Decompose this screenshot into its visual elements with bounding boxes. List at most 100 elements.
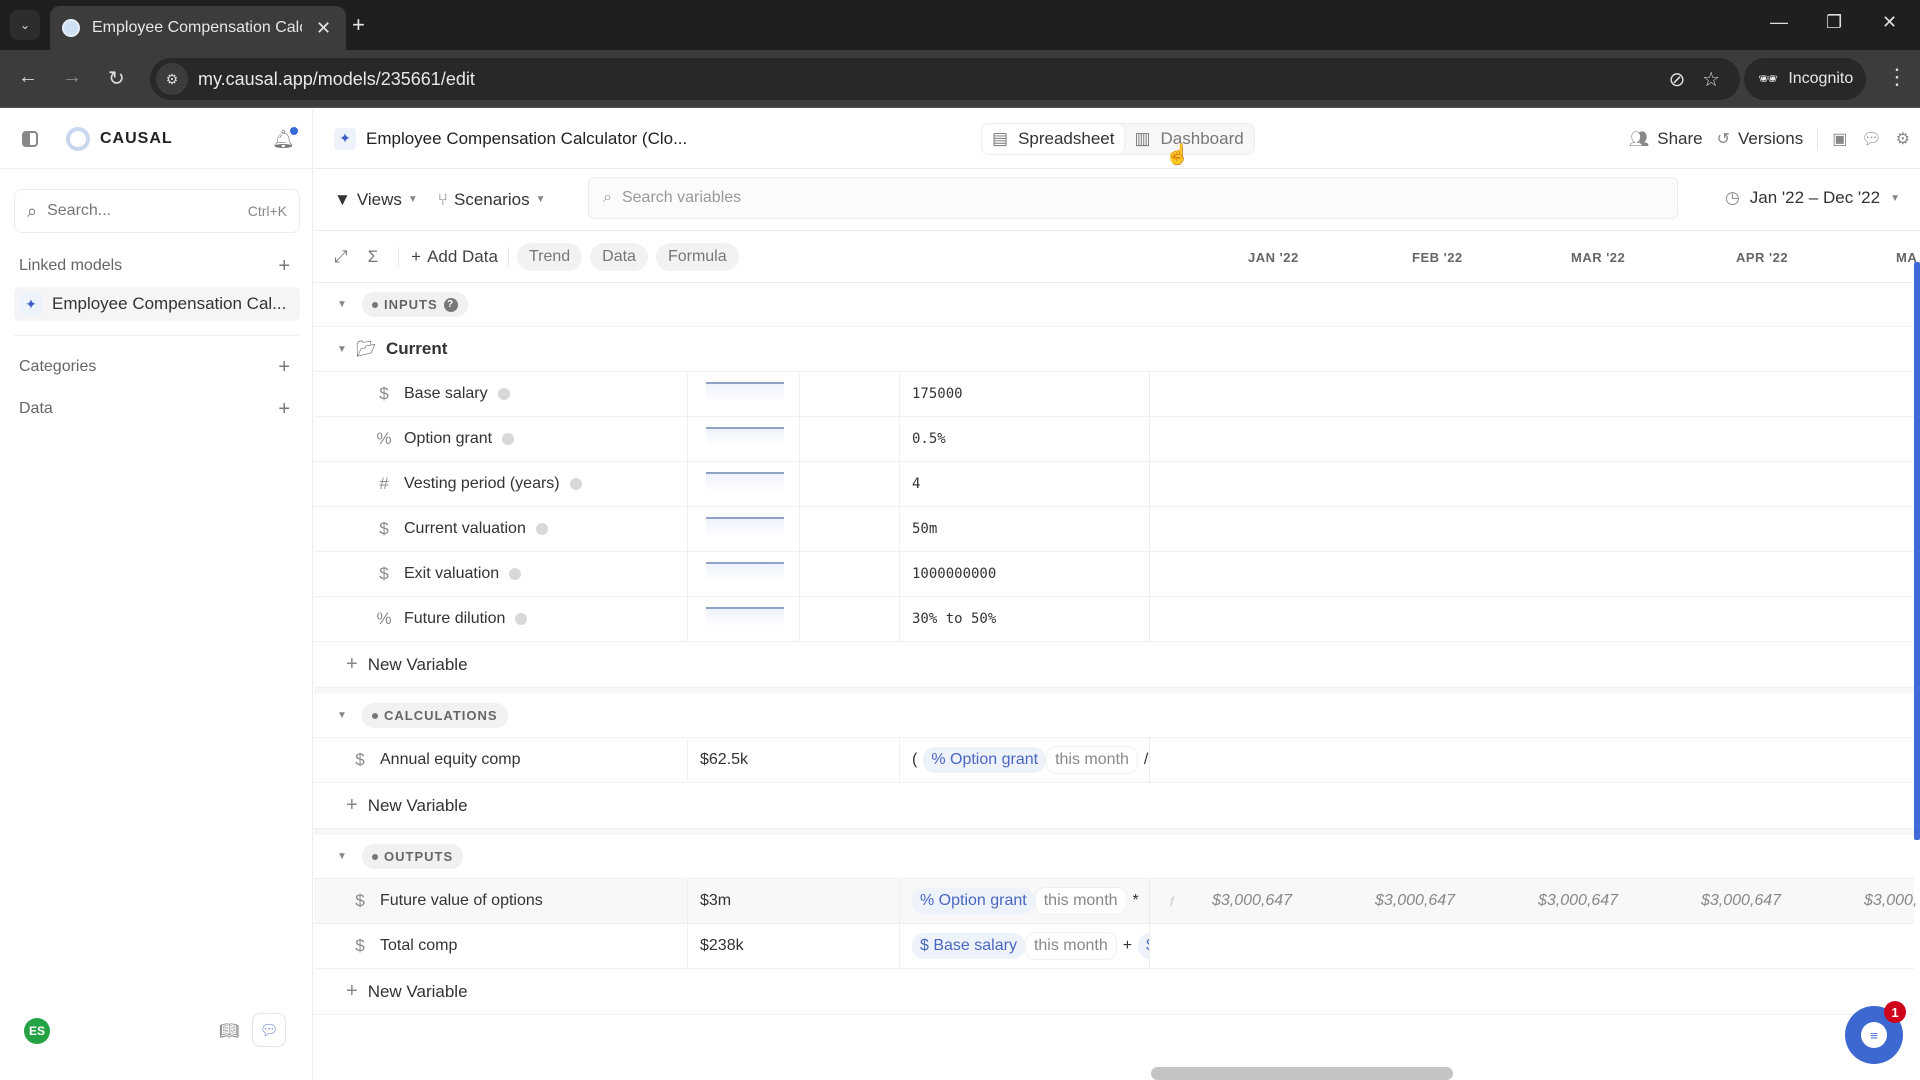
new-variable-button[interactable]: + New Variable [314,642,1914,688]
formula-cell[interactable]: $ Base salary this month + $ [900,924,1150,968]
input-value[interactable]: 50m [912,521,937,537]
input-value[interactable]: 4 [912,476,920,492]
info-icon[interactable] [515,613,528,625]
scenarios-dropdown[interactable]: ⑂ Scenarios ▼ [438,190,546,210]
settings-gear-icon[interactable]: ⚙ [1896,129,1910,149]
spreadsheet-view-button[interactable]: ▤ Spreadsheet [982,124,1125,154]
trend-toggle[interactable]: Trend [516,242,583,271]
formula-period[interactable]: this month [1024,932,1117,960]
section-inputs[interactable]: ▼ INPUTS? [314,283,1914,327]
share-button[interactable]: 👥︎ Share [1629,129,1703,149]
value-cell[interactable]: 1000000000 [900,552,1150,596]
vertical-scrollbar[interactable] [1914,262,1920,840]
close-window-button[interactable]: ✕ [1882,12,1897,33]
collapse-caret-icon[interactable]: ▼ [337,851,347,862]
model-title[interactable]: ✦ Employee Compensation Calculator (Clo.… [334,127,687,150]
reload-icon[interactable]: ↻ [108,66,125,91]
add-data-button[interactable]: + Add Data [398,246,509,267]
new-variable-button[interactable]: + New Variable [314,969,1914,1015]
chat-icon[interactable]: 💬︎ [252,1013,286,1047]
close-tab-icon[interactable]: ✕ [316,18,331,39]
variable-name[interactable]: Vesting period (years) [404,475,560,493]
date-range-picker[interactable]: ◷ Jan '22 – Dec '22 ▼ [1725,188,1900,208]
variable-name[interactable]: Annual equity comp [380,751,521,769]
value-cell[interactable]: 175000 [900,372,1150,416]
restore-button[interactable]: ❐ [1826,12,1842,33]
presentation-icon[interactable]: ▣ [1832,129,1847,149]
formula-token[interactable]: $ Base salary [912,933,1025,959]
views-dropdown[interactable]: ▼ Views ▼ [334,190,418,210]
site-settings-icon[interactable]: ⚙ [156,63,188,95]
month-value[interactable]: $3,000,647 [1375,892,1455,910]
formula-token[interactable]: $ [1138,933,1149,959]
table-row[interactable]: % Future dilution 30% to 50% [314,597,1914,642]
linked-model-item[interactable]: ✦ Employee Compensation Cal... [14,287,300,321]
folder-row[interactable]: ▼ 📂︎ Current [314,327,1914,372]
input-value[interactable]: 30% to 50% [912,611,996,627]
sidebar-search-input[interactable]: ⌕ Search... Ctrl+K [14,189,300,233]
comments-icon[interactable]: 💬︎ [1861,129,1881,149]
data-label[interactable]: Data [19,400,53,418]
variable-name[interactable]: Future dilution [404,610,505,628]
new-variable-button[interactable]: + New Variable [314,783,1914,829]
value-cell[interactable]: 0.5% [900,417,1150,461]
table-row[interactable]: $ Exit valuation 1000000000 [314,552,1914,597]
info-icon[interactable] [509,568,522,580]
variable-name[interactable]: Total comp [380,937,457,955]
month-value[interactable]: $3,000,647 [1212,892,1292,910]
variable-name[interactable]: Current valuation [404,520,526,538]
sidebar-toggle-icon[interactable] [22,130,38,147]
month-value[interactable]: $3,000,647 [1538,892,1618,910]
minimize-button[interactable]: — [1770,12,1788,33]
browser-tab[interactable]: Employee Compensation Calcu ✕ [50,6,346,50]
variable-name[interactable]: Exit valuation [404,565,499,583]
collapse-caret-icon[interactable]: ▼ [337,344,347,355]
section-outputs[interactable]: ▼ OUTPUTS [314,835,1914,879]
month-value[interactable]: $3,000, [1864,892,1917,910]
docs-book-icon[interactable]: 📖︎ [219,1021,239,1041]
month-value[interactable]: $3,000,647 [1701,892,1781,910]
add-category-button[interactable]: + [278,356,290,379]
forward-icon[interactable]: → [62,66,82,89]
value-cell[interactable]: 30% to 50% [900,597,1150,641]
url-text[interactable]: my.causal.app/models/235661/edit [198,69,475,90]
user-avatar[interactable]: ES [24,1018,50,1044]
versions-button[interactable]: ↺ Versions [1717,129,1804,149]
bookmark-star-icon[interactable]: ☆ [1702,69,1720,91]
horizontal-scrollbar[interactable] [1151,1067,1453,1080]
notifications-bell-icon[interactable]: 🔔︎ [272,127,298,150]
formula-token[interactable]: % Option grant [912,888,1035,914]
section-calculations[interactable]: ▼ CALCULATIONS [314,694,1914,738]
back-icon[interactable]: ← [18,66,38,89]
tracking-off-icon[interactable]: ⊘ [1669,69,1686,91]
variable-name[interactable]: Base salary [404,385,488,403]
add-linked-model-button[interactable]: + [278,255,290,278]
sum-sigma-icon[interactable]: Σ [368,247,379,267]
formula-period[interactable]: this month [1034,887,1127,915]
value-cell[interactable]: 50m [900,507,1150,551]
formula-cell[interactable]: % Option grant this month * [900,879,1150,923]
table-row[interactable]: $ Future value of options $3m % Option g… [314,879,1917,924]
info-icon[interactable] [569,478,582,490]
table-row[interactable]: $ Total comp $238k $ Base salary this mo… [314,924,1914,969]
categories-label[interactable]: Categories [19,358,96,376]
incognito-indicator[interactable]: 🕶 Incognito [1744,58,1866,100]
table-row[interactable]: $ Current valuation 50m [314,507,1914,552]
input-value[interactable]: 1000000000 [912,566,996,582]
tab-list-button[interactable]: ⌄ [10,10,40,40]
formula-period[interactable]: this month [1046,746,1138,774]
collapse-caret-icon[interactable]: ▼ [337,710,347,721]
collapse-caret-icon[interactable]: ▼ [337,299,347,310]
table-row[interactable]: # Vesting period (years) 4 [314,462,1914,507]
formula-token[interactable]: % Option grant [923,747,1047,773]
variable-name[interactable]: Option grant [404,430,492,448]
input-value[interactable]: 0.5% [912,431,946,447]
table-row[interactable]: $ Base salary 175000 [314,372,1914,417]
new-tab-button[interactable]: + [352,12,365,38]
address-bar[interactable]: ⚙ my.causal.app/models/235661/edit ⊘ ☆ [150,58,1740,100]
expand-icon[interactable]: ⤢ [334,247,348,267]
add-data-source-button[interactable]: + [278,398,290,421]
variable-name[interactable]: Future value of options [380,892,543,910]
data-toggle[interactable]: Data [590,242,648,271]
value-cell[interactable]: 4 [900,462,1150,506]
